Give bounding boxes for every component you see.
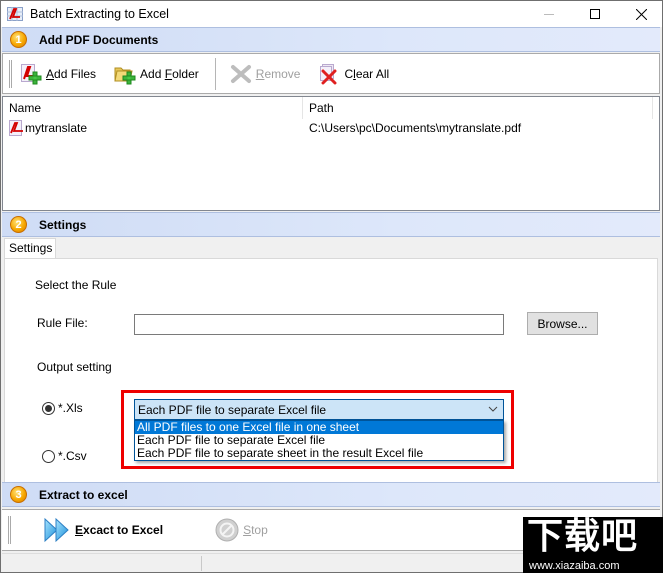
rule-dropdown[interactable]: Each PDF file to separate Excel file (134, 399, 504, 420)
pdf-add-icon (20, 63, 42, 85)
file-name-cell: mytranslate (3, 120, 306, 136)
file-name: mytranslate (25, 121, 88, 135)
clear-all-button[interactable]: Clear All (318, 63, 389, 85)
settings-tabstrip: Settings (2, 237, 660, 259)
stop-label: Stop (243, 523, 268, 537)
app-pdf-excel-icon (7, 7, 23, 21)
section-settings: 2 Settings (2, 212, 660, 237)
status-divider (201, 556, 202, 571)
document-toolbar: Add Files Add Folder Remove Clear All (2, 53, 660, 94)
pdf-file-icon (9, 120, 23, 136)
remove-button[interactable]: Remove (230, 63, 301, 85)
add-folder-label: Add Folder (140, 66, 199, 81)
close-icon (635, 8, 647, 20)
radio-checked-icon (42, 401, 55, 415)
rule-dropdown-value: Each PDF file to separate Excel file (138, 402, 327, 417)
toolbar-separator (214, 57, 216, 90)
watermark-url: www.xiazaiba.com (529, 560, 620, 572)
chevron-down-icon (488, 406, 498, 412)
extract-to-excel-button[interactable]: Excact to Excel (43, 517, 163, 543)
column-header-name[interactable]: Name (3, 97, 303, 119)
minimize-icon (544, 14, 554, 15)
remove-label: Remove (255, 66, 301, 81)
play-forward-icon (43, 517, 71, 543)
maximize-icon (590, 9, 600, 19)
add-files-label: Add Files (46, 66, 97, 81)
rule-file-input[interactable] (134, 314, 504, 335)
title-bar: Batch Extracting to Excel (1, 1, 662, 27)
section-title: Settings (39, 217, 87, 232)
stop-icon (215, 518, 239, 542)
extract-label: Excact to Excel (75, 523, 164, 537)
remove-x-icon (230, 63, 252, 85)
watermark-text: 下载吧 (527, 516, 639, 557)
csv-radio[interactable]: *.Csv (42, 449, 87, 463)
csv-radio-label: *.Csv (58, 449, 87, 463)
file-path: C:\Users\pc\Documents\mytranslate.pdf (309, 121, 522, 135)
maximize-button[interactable] (572, 1, 618, 27)
rule-file-label: Rule File: (37, 316, 88, 330)
xls-radio[interactable]: *.Xls (42, 401, 83, 415)
select-rule-label: Select the Rule (35, 278, 117, 292)
section-title: Extract to excel (39, 487, 128, 502)
section-add-pdf-documents: 1 Add PDF Documents (2, 27, 660, 52)
folder-add-icon (114, 63, 136, 85)
window-title: Batch Extracting to Excel (30, 7, 169, 21)
file-list-header: Name Path (3, 97, 659, 119)
minimize-button[interactable] (526, 1, 572, 27)
watermark-logo: 下载吧 www.xiazaiba.com (523, 517, 663, 573)
xls-radio-label: *.Xls (58, 401, 83, 415)
step-badge-1: 1 (10, 31, 27, 48)
section-extract-to-excel: 3 Extract to excel (2, 482, 660, 507)
pdf-file-list[interactable]: Name Path mytranslate C:\Users\pc\Docume… (2, 96, 660, 211)
radio-unchecked-icon (42, 449, 55, 463)
clear-all-icon (318, 63, 340, 85)
clear-all-label: Clear All (344, 66, 390, 81)
app-window: Batch Extracting to Excel 1 Add PDF Docu… (0, 0, 663, 573)
toolbar-grip[interactable] (9, 59, 12, 88)
section-title: Add PDF Documents (39, 32, 159, 47)
rule-dropdown-list: All PDF files to one Excel file in one s… (134, 420, 504, 461)
close-button[interactable] (618, 1, 662, 27)
stop-button[interactable]: Stop (215, 518, 268, 542)
tab-settings[interactable]: Settings (4, 238, 56, 259)
toolbar-grip[interactable] (8, 516, 11, 544)
browse-button[interactable]: Browse... (527, 312, 598, 335)
add-folder-button[interactable]: Add Folder (114, 63, 199, 85)
add-files-button[interactable]: Add Files (20, 63, 96, 85)
step-badge-3: 3 (10, 486, 27, 503)
step-badge-2: 2 (10, 216, 27, 233)
file-row[interactable]: mytranslate C:\Users\pc\Documents\mytran… (3, 119, 659, 137)
column-header-path[interactable]: Path (303, 97, 653, 119)
dropdown-option[interactable]: Each PDF file to separate sheet in the r… (135, 447, 503, 460)
output-setting-label: Output setting (37, 360, 112, 374)
